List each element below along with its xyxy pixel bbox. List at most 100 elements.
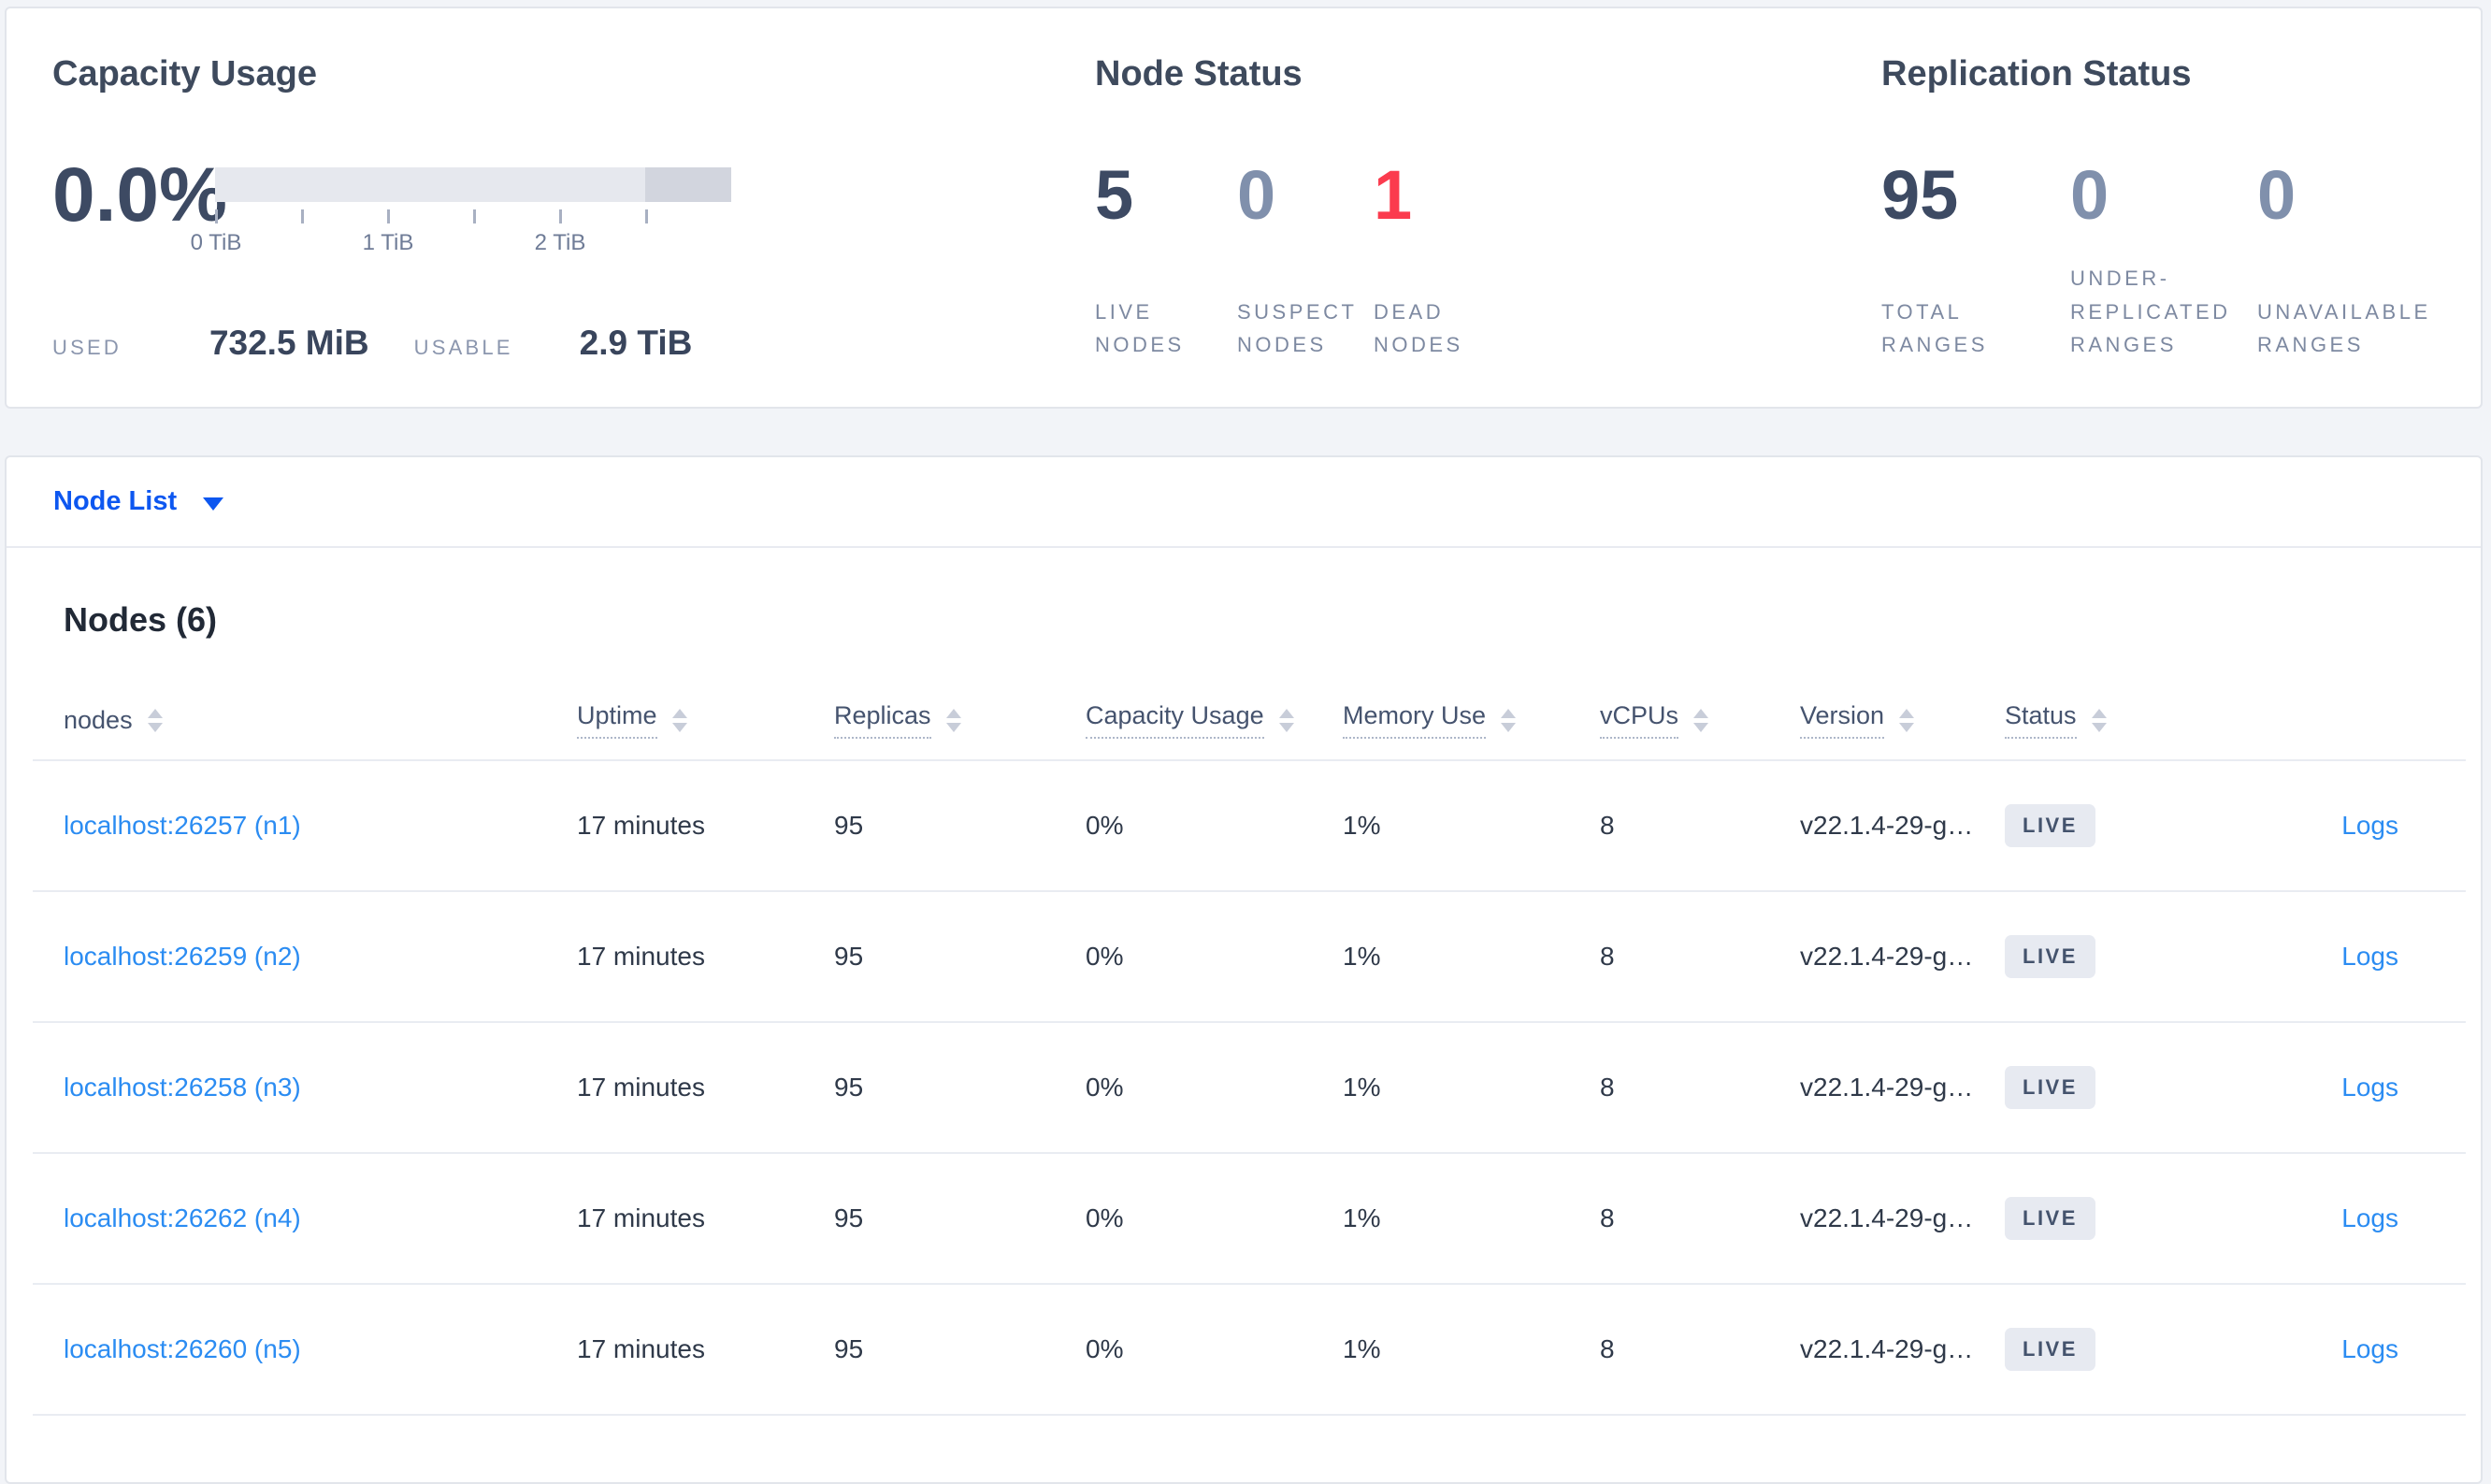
cell-address: localhost:26262 (n4)	[64, 1203, 577, 1233]
logs-link[interactable]: Logs	[2341, 942, 2398, 971]
node-address-link[interactable]: localhost:26259 (n2)	[64, 942, 301, 971]
column-header-label: vCPUs	[1600, 701, 1679, 740]
cell-version: v22.1.4-29-g…	[1800, 1203, 1974, 1233]
gauge-tick-label: 1 TiB	[362, 230, 414, 255]
cell-memory: 1%	[1343, 1334, 1381, 1364]
cell-replicas: 95	[834, 1203, 864, 1233]
cell-logs: Logs	[2220, 1073, 2398, 1102]
stat-label: SUSPECT NODES	[1237, 299, 1358, 357]
status-badge: LIVE	[2005, 1328, 2095, 1372]
node-address-link[interactable]: localhost:26257 (n1)	[64, 811, 301, 840]
column-header-label: Memory Use	[1343, 701, 1487, 740]
capacity-used-usable-row: USED 732.5 MiB USABLE 2.9 TiB	[52, 324, 692, 363]
gauge-tick-mark	[301, 209, 304, 223]
summary-stat: 5 LIVE NODES	[1095, 161, 1237, 362]
cell-vcpus: 8	[1600, 1073, 1615, 1102]
status-badge: LIVE	[2005, 804, 2095, 848]
gauge-tick-mark	[559, 209, 562, 223]
summary-stat: 0 UNAVAILABLE RANGES	[2257, 161, 2482, 362]
cell-version: v22.1.4-29-g…	[1800, 942, 1974, 972]
cell-vcpus: 8	[1600, 1334, 1615, 1364]
sort-arrows-icon	[945, 708, 961, 732]
logs-link[interactable]: Logs	[2341, 1073, 2398, 1102]
summary-stat: 0 UNDER-REPLICATED RANGES	[2070, 161, 2257, 362]
cell-replicas: 95	[834, 811, 864, 841]
sort-arrows-icon	[147, 708, 163, 732]
node-table-row: localhost:26262 (n4) 17 minutes 95 0% 1% 8 v22…	[33, 1154, 2466, 1286]
node-table-row: localhost:26257 (n1) 17 minutes 95 0% 1% 8 v22…	[33, 761, 2466, 893]
stat-label: TOTAL RANGES	[1881, 299, 1988, 357]
column-header-uptime[interactable]: Uptime	[577, 701, 834, 740]
gauge-tick-mark	[473, 209, 476, 223]
cell-capacity: 0%	[1086, 942, 1124, 972]
node-table-row: localhost:26258 (n3) 17 minutes 95 0% 1% 8 v22…	[33, 1023, 2466, 1155]
node-list-dropdown[interactable]: Node List	[7, 457, 2481, 548]
gauge-tick-label: 2 TiB	[534, 230, 586, 255]
cell-status: LIVE	[2005, 1066, 2220, 1110]
gauge-tick-label: 0 TiB	[190, 230, 242, 255]
summary-stat: 95 TOTAL RANGES	[1881, 161, 2070, 362]
cell-logs: Logs	[2220, 942, 2398, 972]
node-address-link[interactable]: localhost:26258 (n3)	[64, 1073, 301, 1102]
gauge-tick-mark	[645, 209, 648, 223]
status-badge: LIVE	[2005, 935, 2095, 979]
column-header-memory[interactable]: Memory Use	[1343, 701, 1600, 740]
summary-stat: 1 DEAD NODES	[1374, 161, 1570, 362]
node-address-link[interactable]: localhost:26262 (n4)	[64, 1203, 301, 1232]
column-header-version[interactable]: Version	[1800, 701, 2005, 740]
logs-link[interactable]: Logs	[2341, 1203, 2398, 1232]
node-status-stats: 5 LIVE NODES 0 SUSPECT NODES 1 DEAD NODES	[1095, 161, 1570, 362]
sort-arrows-icon	[1278, 708, 1294, 732]
node-address-link[interactable]: localhost:26260 (n5)	[64, 1334, 301, 1363]
cell-memory: 1%	[1343, 942, 1381, 972]
sort-arrows-icon	[1693, 708, 1709, 732]
capacity-gauge-ticks	[215, 209, 731, 223]
node-table-row: localhost:26259 (n2) 17 minutes 95 0% 1% 8 v22…	[33, 892, 2466, 1024]
node-list-panel: Node List Nodes (6) nodes Uptime Replicas C…	[5, 455, 2483, 1484]
cell-logs: Logs	[2220, 811, 2398, 841]
column-header-capacity[interactable]: Capacity Usage	[1086, 701, 1343, 740]
replication-status-stats: 95 TOTAL RANGES 0 UNDER-REPLICATED RANGES 0 U…	[1881, 161, 2482, 362]
cell-status: LIVE	[2005, 804, 2220, 848]
cell-status: LIVE	[2005, 935, 2220, 979]
node-table-row: localhost:26260 (n5) 17 minutes 95 0% 1% 8 v22…	[33, 1285, 2466, 1417]
summary-stat: 0 SUSPECT NODES	[1237, 161, 1374, 362]
used-label: USED	[52, 336, 122, 359]
cell-memory: 1%	[1343, 811, 1381, 841]
column-header-address[interactable]: nodes	[64, 706, 577, 735]
cell-status: LIVE	[2005, 1328, 2220, 1372]
replication-status-section: Replication Status 95 TOTAL RANGES 0 UNDER-…	[1881, 54, 2480, 356]
node-status-title: Node Status	[1095, 54, 1303, 94]
logs-link[interactable]: Logs	[2341, 811, 2398, 840]
sort-arrows-icon	[1501, 708, 1517, 732]
cell-vcpus: 8	[1600, 811, 1615, 841]
cell-uptime: 17 minutes	[577, 1073, 705, 1102]
cell-uptime: 17 minutes	[577, 1334, 705, 1364]
column-header-label: Uptime	[577, 701, 657, 740]
usable-label: USABLE	[413, 336, 513, 359]
gauge-tick-mark	[215, 209, 218, 223]
stat-value: 0	[1237, 156, 1276, 234]
cell-address: localhost:26258 (n3)	[64, 1073, 577, 1102]
cell-replicas: 95	[834, 1334, 864, 1364]
capacity-gauge-dark-segment	[645, 167, 731, 202]
status-badge: LIVE	[2005, 1066, 2095, 1110]
cell-logs: Logs	[2220, 1203, 2398, 1233]
used-value: 732.5 MiB	[209, 324, 369, 362]
cell-version: v22.1.4-29-g…	[1800, 1334, 1974, 1364]
column-header-vcpus[interactable]: vCPUs	[1600, 701, 1800, 740]
capacity-usage-section: Capacity Usage 0.0% 0 TiB 1 TiB 2 TiB USED…	[52, 54, 1034, 362]
sort-arrows-icon	[2091, 708, 2107, 732]
cell-version: v22.1.4-29-g…	[1800, 1073, 1974, 1102]
stat-label: LIVE NODES	[1095, 299, 1185, 357]
column-header-status[interactable]: Status	[2005, 701, 2220, 740]
gauge-tick-mark	[387, 209, 390, 223]
cell-uptime: 17 minutes	[577, 942, 705, 972]
stat-value: 0	[2257, 156, 2297, 234]
capacity-percent-value: 0.0%	[52, 152, 227, 238]
capacity-usage-title: Capacity Usage	[52, 54, 318, 94]
column-header-replicas[interactable]: Replicas	[834, 701, 1086, 740]
status-badge: LIVE	[2005, 1197, 2095, 1241]
node-status-section: Node Status 5 LIVE NODES 0 SUSPECT NODES 1 DE…	[1095, 54, 1806, 356]
logs-link[interactable]: Logs	[2341, 1334, 2398, 1363]
